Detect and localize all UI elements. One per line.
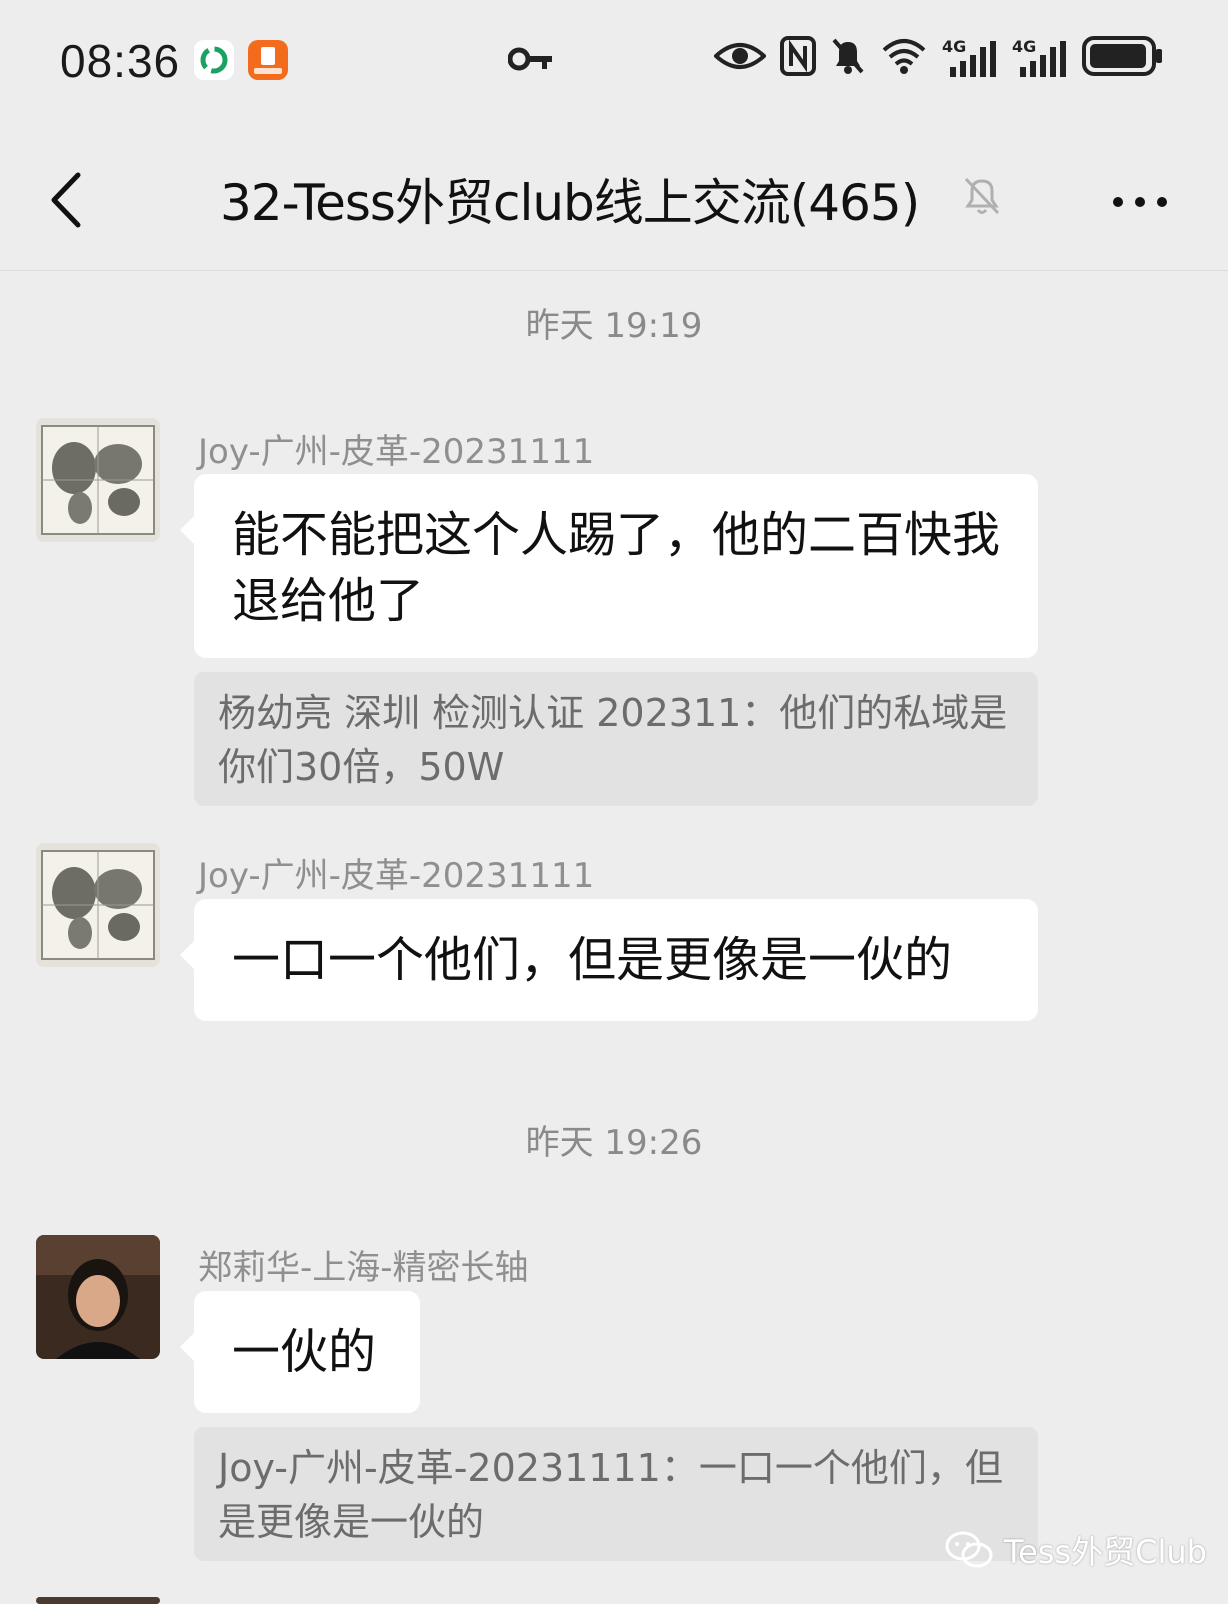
quoted-message[interactable]: 杨幼亮 深圳 检测认证 202311：他们的私域是你们30倍，50W [194,672,1038,806]
message-timestamp: 昨天 19:19 [525,306,703,346]
more-options-button[interactable] [1110,187,1170,217]
avatar[interactable] [36,1597,160,1604]
app-notification-icon [194,40,234,80]
sender-name: Joy-广州-皮革-20231111 [198,432,595,472]
wechat-icon [945,1531,993,1568]
sender-name: 郑莉华-上海-精密长轴 [198,1248,529,1288]
cellular-signal-icon: 4G [942,37,998,79]
wifi-icon [880,36,928,80]
system-icons: 4G 4G [713,36,1164,80]
muted-bell-icon [962,173,1002,221]
nfc-icon [780,36,816,80]
battery-icon [1082,36,1164,80]
watermark: Tess外贸Club [944,1527,1207,1573]
mute-notifications-icon [830,36,866,80]
eye-comfort-icon [713,38,767,78]
chevron-left-icon [51,172,81,228]
cellular-signal-icon: 4G [1012,37,1068,79]
watermark-text: Tess外贸Club [1004,1533,1207,1571]
key-icon [507,44,554,78]
chat-title: 32-Tess外贸club线上交流(465) [220,174,920,232]
message-bubble[interactable]: 一口一个他们，但是更像是一伙的 [180,899,1038,1021]
message-bubble[interactable]: 一伙的 [180,1291,420,1413]
status-time: 08:36 [60,35,181,87]
message-bubble[interactable]: 能不能把这个人踢了，他的二百快我退给他了 [180,474,1038,658]
back-button[interactable] [44,165,94,235]
more-dots-icon [1113,197,1167,207]
quoted-message[interactable]: Joy-广州-皮革-20231111：一口一个他们，但是更像是一伙的 [194,1427,1038,1561]
avatar[interactable] [36,843,160,967]
message-timestamp: 昨天 19:26 [525,1123,703,1163]
avatar[interactable] [36,418,160,542]
chat-header: 32-Tess外贸club线上交流(465) [0,125,1228,271]
avatar[interactable] [36,1235,160,1359]
sender-name: Joy-广州-皮革-20231111 [198,856,595,896]
app-notification-icon [248,40,288,80]
status-bar: 08:36 4G 4G [0,0,1228,125]
